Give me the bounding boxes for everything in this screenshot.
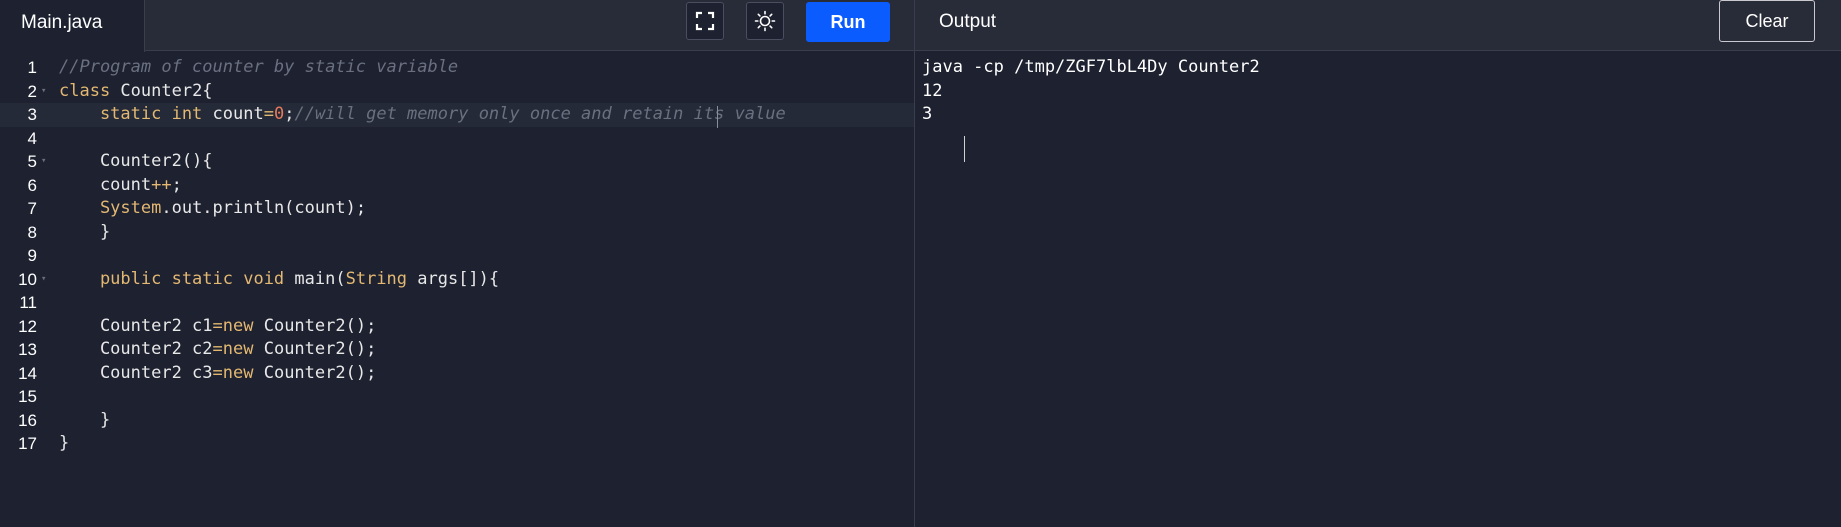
- line-number: 2: [27, 81, 37, 101]
- output-line: 3: [922, 104, 933, 124]
- code-token: static int: [59, 104, 203, 124]
- output-text-cursor: [964, 136, 965, 162]
- code-token: Counter2();: [253, 339, 377, 359]
- code-editor[interactable]: 1 //Program of counter by static variable…: [0, 52, 914, 527]
- code-line[interactable]: 10 ▾ public static void main(String args[…: [0, 268, 914, 292]
- code-token: }: [59, 221, 111, 242]
- code-token: Counter2{: [110, 80, 213, 101]
- code-line[interactable]: 12 Counter2 c1=new Counter2();: [0, 315, 914, 339]
- output-line: java -cp /tmp/ZGF7lbL4Dy Counter2: [922, 57, 1260, 77]
- code-token: System: [59, 198, 162, 218]
- clear-button[interactable]: Clear: [1719, 0, 1815, 42]
- code-token: //Program of counter by static variable: [59, 57, 459, 77]
- code-line[interactable]: 11: [0, 291, 914, 315]
- fold-arrow-icon[interactable]: ▾: [41, 268, 46, 292]
- code-text: //Program of counter by static variable: [59, 56, 458, 80]
- line-number: 1: [27, 58, 37, 77]
- code-token: String: [345, 268, 408, 289]
- code-line[interactable]: 2 ▾ class Counter2{: [0, 80, 914, 104]
- code-token: Counter2(){: [59, 151, 213, 171]
- code-text: Counter2(){: [59, 150, 213, 174]
- code-line[interactable]: 9: [0, 244, 914, 268]
- line-number: 5: [27, 152, 37, 171]
- code-line[interactable]: 8 }: [0, 221, 914, 245]
- code-token: Counter2 c2: [59, 339, 213, 359]
- code-text: Counter2 c3=new Counter2();: [59, 362, 376, 386]
- code-token: Counter2 c1: [59, 315, 213, 336]
- code-line[interactable]: 4: [0, 127, 914, 151]
- code-token: }: [59, 433, 70, 453]
- code-token: 0: [273, 104, 285, 124]
- code-token: =new: [212, 339, 254, 359]
- code-token: count: [202, 104, 264, 124]
- line-number: 13: [18, 340, 37, 359]
- output-line: 12: [922, 80, 943, 101]
- code-line[interactable]: 15: [0, 385, 914, 409]
- line-number: 3: [27, 105, 37, 124]
- code-line[interactable]: 1 //Program of counter by static variable: [0, 56, 914, 80]
- code-token: //will get memory only once and retain i…: [294, 104, 786, 124]
- code-line[interactable]: 17}: [0, 432, 914, 456]
- sun-icon: [754, 10, 776, 32]
- line-number: 9: [27, 246, 37, 265]
- code-token: ++: [151, 174, 172, 195]
- line-number: 8: [27, 222, 37, 242]
- code-text: class Counter2{: [59, 80, 213, 104]
- theme-toggle-button[interactable]: [746, 2, 784, 40]
- code-token: args[]){: [407, 268, 500, 289]
- code-token: class: [59, 80, 111, 101]
- line-number: 17: [18, 434, 37, 453]
- line-number: 12: [18, 316, 37, 336]
- line-number: 10: [18, 269, 37, 289]
- output-title: Output: [939, 11, 997, 32]
- run-button[interactable]: Run: [806, 2, 890, 42]
- code-token: ;: [171, 174, 182, 195]
- code-token: main(: [284, 268, 346, 289]
- tab-main-java[interactable]: Main.java: [0, 0, 145, 52]
- code-token: public static void: [59, 268, 285, 289]
- code-text: }: [59, 221, 110, 245]
- code-token: Counter2();: [253, 362, 377, 383]
- code-line[interactable]: 13 Counter2 c2=new Counter2();: [0, 338, 914, 362]
- line-number: 15: [18, 387, 37, 406]
- code-line[interactable]: 16 }: [0, 409, 914, 433]
- fold-arrow-icon[interactable]: ▾: [41, 80, 46, 104]
- code-token: Counter2 c3: [59, 362, 213, 383]
- code-line[interactable]: 14 Counter2 c3=new Counter2();: [0, 362, 914, 386]
- top-toolbar: Main.java Run Output Clear: [0, 0, 1841, 52]
- code-line[interactable]: 6 count++;: [0, 174, 914, 198]
- output-console: java -cp /tmp/ZGF7lbL4Dy Counter2 12 3: [915, 52, 1841, 527]
- code-text: System.out.println(count);: [59, 197, 366, 221]
- code-token: count: [59, 174, 152, 195]
- fullscreen-button[interactable]: [686, 2, 724, 40]
- code-text: public static void main(String args[]){: [59, 268, 499, 292]
- line-number: 14: [18, 363, 37, 383]
- code-text: }: [59, 432, 69, 456]
- code-token: =new: [212, 362, 254, 383]
- code-token: ;: [284, 104, 295, 124]
- code-text: count++;: [59, 174, 182, 198]
- fold-arrow-icon[interactable]: ▾: [41, 150, 46, 174]
- code-line[interactable]: 7 System.out.println(count);: [0, 197, 914, 221]
- line-number: 4: [27, 128, 37, 148]
- code-text: Counter2 c1=new Counter2();: [59, 315, 376, 339]
- code-text: Counter2 c2=new Counter2();: [59, 338, 376, 362]
- line-number: 7: [27, 199, 37, 218]
- code-token: .out.println(count);: [161, 198, 367, 218]
- line-number: 11: [19, 293, 37, 312]
- online-java-compiler: Main.java Run Output Clear 1 //Program o…: [0, 0, 1841, 527]
- line-number: 16: [18, 410, 37, 430]
- line-number: 6: [27, 175, 37, 195]
- code-line[interactable]: 3 static int count=0;//will get memory o…: [0, 103, 914, 128]
- code-token: =: [263, 104, 274, 124]
- code-text: static int count=0;//will get memory onl…: [59, 103, 786, 127]
- fullscreen-icon: [695, 11, 715, 31]
- editor-text-cursor: [717, 106, 718, 128]
- code-token: Counter2();: [253, 315, 377, 336]
- code-token: =new: [212, 315, 254, 336]
- code-token: }: [59, 409, 111, 430]
- code-text: }: [59, 409, 110, 433]
- code-line[interactable]: 5 ▾ Counter2(){: [0, 150, 914, 174]
